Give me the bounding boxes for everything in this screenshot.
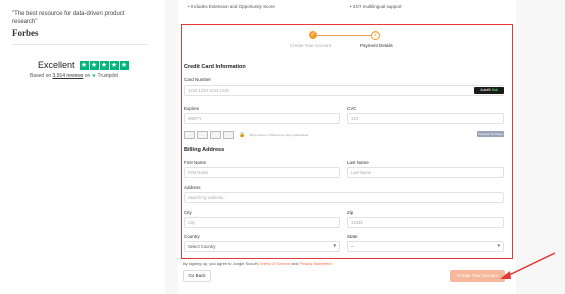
cvc-input[interactable]: 123: [347, 113, 504, 124]
star-icon: ★: [79, 60, 89, 70]
expires-label: Expires: [184, 106, 200, 111]
zip-input[interactable]: 12345: [347, 217, 504, 228]
trustpilot-based-on: Based on 3,914 reviews on ★ Trustpilot: [30, 73, 118, 79]
trustpilot-brand: Trustpilot: [97, 73, 118, 79]
city-input[interactable]: City: [184, 217, 340, 228]
country-select[interactable]: Select Country: [184, 241, 340, 252]
trustpilot-star-icon: ★: [91, 73, 97, 79]
card-number-input[interactable]: 1234 1234 1234 1234: [184, 85, 504, 96]
testimonial-panel: "The best resource for data-driven produ…: [0, 0, 165, 294]
step-label-create-account: Create Your Account: [290, 43, 332, 48]
star-icon: ★: [109, 60, 119, 70]
feature-bullet: • Includes Extension and Opportunity Sco…: [188, 4, 275, 9]
feature-bullets: • Includes Extension and Opportunity Sco…: [188, 4, 402, 9]
forbes-logo: Forbes: [12, 28, 39, 38]
amex-card-icon: [210, 131, 221, 139]
secure-text: We're secure: 256-bit encryption guarant…: [249, 133, 309, 137]
privacy-link[interactable]: Privacy Statement: [299, 261, 331, 266]
star-icon: ★: [89, 60, 99, 70]
first-name-label: First Name: [184, 160, 207, 165]
star-rating: ★ ★ ★ ★ ★: [79, 60, 129, 70]
expires-input[interactable]: MM/YY: [184, 113, 340, 124]
trustpilot-rating: Excellent ★ ★ ★ ★ ★: [38, 60, 129, 70]
state-label: State: [347, 234, 358, 239]
city-label: City: [184, 210, 192, 215]
red-arrow-annotation: [500, 252, 556, 279]
based-on-prefix: Based on: [30, 73, 52, 79]
discover-card-icon: [223, 131, 234, 139]
autofill-link-button[interactable]: Autofill link: [474, 87, 504, 94]
on-word: on: [84, 73, 91, 79]
accepted-cards: 🔒 We're secure: 256-bit encryption guara…: [184, 131, 308, 139]
credit-card-section-title: Credit Card Information: [184, 64, 246, 70]
step-label-payment-details: Payment Details: [360, 43, 393, 48]
first-name-input[interactable]: First Name: [184, 167, 340, 178]
reviews-link[interactable]: 3,914 reviews: [53, 73, 84, 79]
last-name-label: Last Name: [347, 160, 369, 165]
rating-word: Excellent: [38, 60, 75, 70]
feature-bullet: • 24/7 multilingual support: [349, 4, 402, 9]
star-icon: ★: [119, 60, 129, 70]
go-back-button[interactable]: Go Back: [183, 270, 211, 282]
country-label: Country: [184, 234, 200, 239]
state-select[interactable]: --: [347, 241, 504, 252]
billing-section-title: Billing Address: [184, 147, 225, 153]
cvc-label: CVC: [347, 106, 357, 111]
visa-card-icon: [184, 131, 195, 139]
terms-link[interactable]: Terms Of Service: [260, 261, 291, 266]
terms-consent: By signing up, you agree to Jungle Scout…: [183, 261, 332, 266]
stripe-badge: Powered by Stripe: [477, 131, 504, 137]
step-complete-icon: ✓: [309, 31, 317, 39]
zip-label: Zip: [347, 210, 354, 215]
step-connector: [314, 35, 374, 36]
last-name-input[interactable]: Last Name: [347, 167, 504, 178]
card-number-label: Card Number: [184, 77, 212, 82]
mastercard-card-icon: [197, 131, 208, 139]
progress-stepper: ✓ 2 Create Your Account Payment Details: [290, 30, 400, 52]
divider: [12, 44, 148, 45]
address-label: Address: [184, 185, 201, 190]
step-current-indicator: 2: [371, 31, 380, 40]
press-quote: "The best resource for data-driven produ…: [12, 11, 125, 25]
star-icon: ★: [99, 60, 109, 70]
lock-icon: 🔒: [239, 132, 246, 138]
address-input[interactable]: Search by address...: [184, 192, 504, 203]
